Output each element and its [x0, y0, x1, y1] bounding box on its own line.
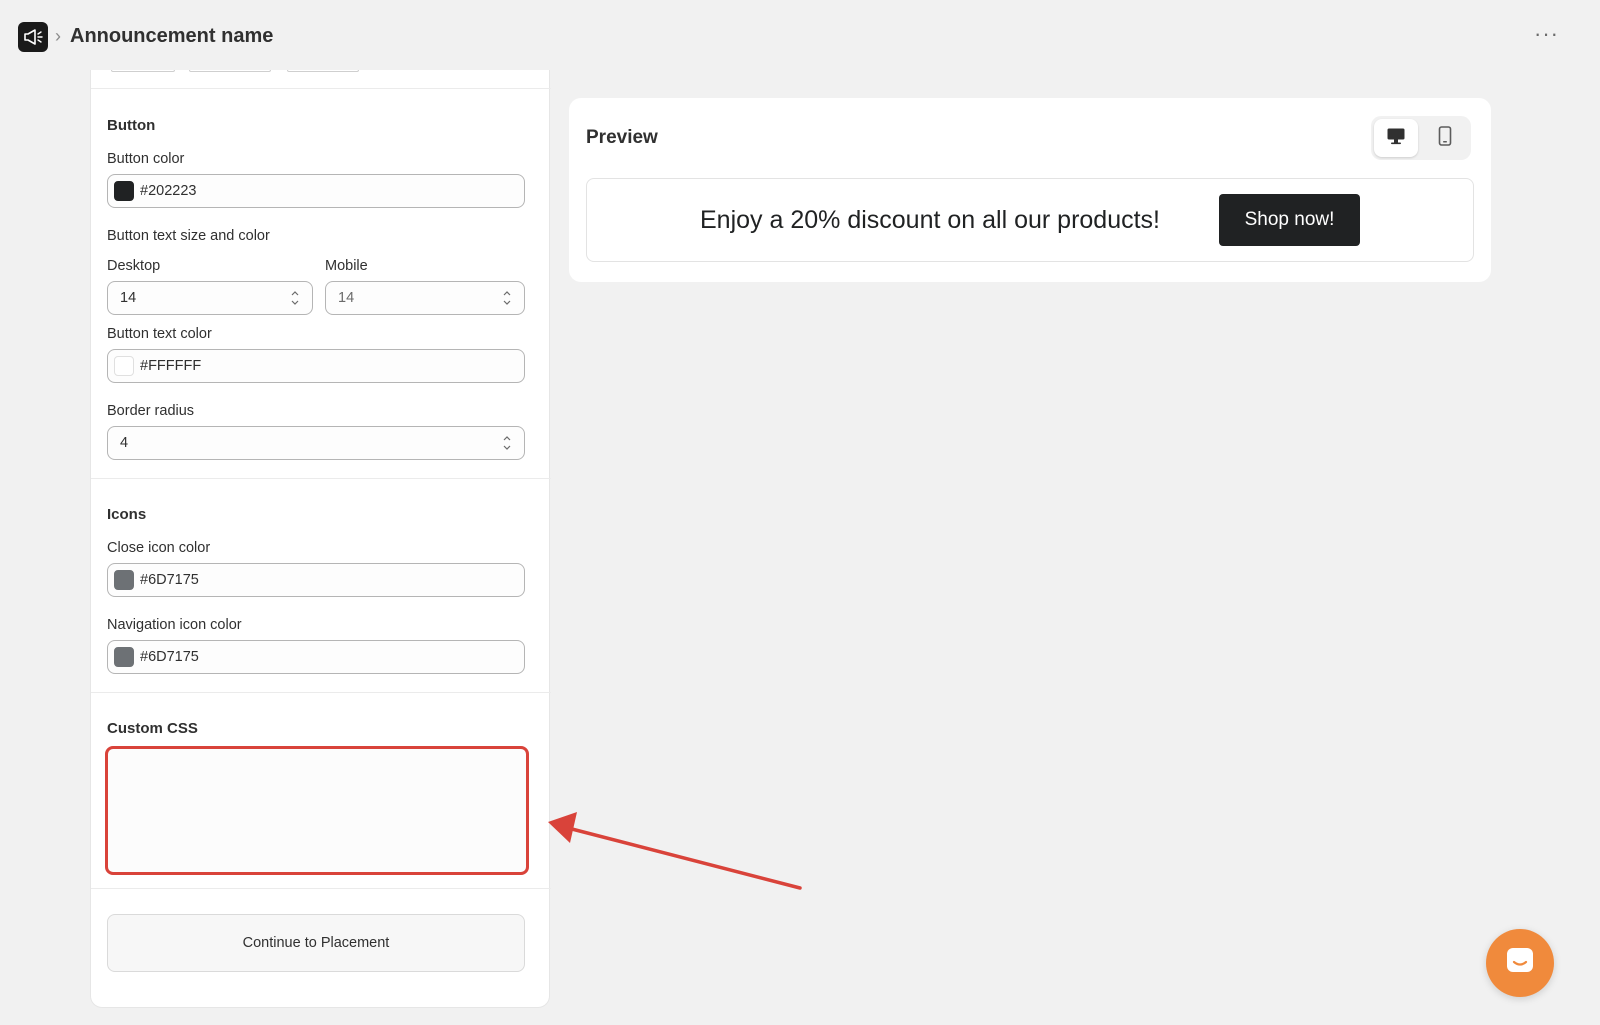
- preview-panel: Preview Enjoy a 20% discount on all our …: [569, 98, 1491, 282]
- mobile-size-value: 14: [338, 290, 355, 306]
- tab-stub[interactable]: [287, 70, 359, 72]
- desktop-label: Desktop: [107, 258, 161, 274]
- navigation-icon-color-swatch[interactable]: [114, 647, 134, 667]
- close-icon-color-label: Close icon color: [107, 540, 211, 556]
- megaphone-icon[interactable]: [18, 22, 48, 52]
- desktop-view-button[interactable]: [1374, 119, 1418, 157]
- button-color-label: Button color: [107, 151, 185, 167]
- more-actions-button[interactable]: ···: [1534, 23, 1559, 45]
- top-bar: › Announcement name ···: [0, 0, 1600, 70]
- desktop-icon: [1386, 127, 1406, 150]
- button-text-color-swatch[interactable]: [114, 356, 134, 376]
- navigation-icon-color-label: Navigation icon color: [107, 617, 242, 633]
- button-text-color-value: #FFFFFF: [140, 358, 202, 374]
- divider: [91, 478, 551, 479]
- close-icon-color-swatch[interactable]: [114, 570, 134, 590]
- stepper-arrows-icon[interactable]: [500, 285, 514, 311]
- banner-message: Enjoy a 20% discount on all our products…: [700, 206, 1160, 234]
- chat-icon: [1504, 945, 1536, 982]
- mobile-icon: [1438, 125, 1452, 151]
- desktop-size-stepper[interactable]: 14: [107, 281, 313, 315]
- divider: [91, 888, 551, 889]
- icons-section-title: Icons: [107, 506, 147, 523]
- button-color-swatch[interactable]: [114, 181, 134, 201]
- tab-stub[interactable]: [189, 70, 271, 72]
- button-text-color-field[interactable]: #FFFFFF: [107, 349, 525, 383]
- border-radius-value: 4: [120, 435, 129, 451]
- button-section-title: Button: [107, 117, 156, 134]
- stepper-arrows-icon[interactable]: [500, 430, 514, 456]
- divider: [91, 88, 551, 89]
- button-text-color-label: Button text color: [107, 326, 212, 342]
- shop-now-button[interactable]: Shop now!: [1219, 194, 1360, 246]
- mobile-view-button[interactable]: [1423, 119, 1467, 157]
- divider: [91, 692, 551, 693]
- mobile-label: Mobile: [325, 258, 368, 274]
- custom-css-title: Custom CSS: [107, 720, 198, 737]
- custom-css-textarea[interactable]: [105, 746, 529, 875]
- announcement-banner-preview: Enjoy a 20% discount on all our products…: [586, 178, 1474, 262]
- continue-to-placement-button[interactable]: Continue to Placement: [107, 914, 525, 972]
- settings-panel: Button Button color #202223 Button text …: [90, 70, 551, 1008]
- desktop-size-value: 14: [120, 290, 137, 306]
- text-size-label: Button text size and color: [107, 228, 270, 244]
- chat-support-button[interactable]: [1486, 929, 1554, 997]
- navigation-icon-color-value: #6D7175: [140, 649, 199, 665]
- preview-title: Preview: [586, 127, 658, 148]
- border-radius-stepper[interactable]: 4: [107, 426, 525, 460]
- device-toggle: [1371, 116, 1471, 160]
- close-icon-color-field[interactable]: #6D7175: [107, 563, 525, 597]
- page-title: Announcement name: [70, 25, 274, 47]
- border-radius-label: Border radius: [107, 403, 195, 419]
- navigation-icon-color-field[interactable]: #6D7175: [107, 640, 525, 674]
- close-icon-color-value: #6D7175: [140, 572, 199, 588]
- stepper-arrows-icon[interactable]: [288, 285, 302, 311]
- tab-stub[interactable]: [111, 70, 175, 72]
- mobile-size-stepper[interactable]: 14: [325, 281, 525, 315]
- button-color-field[interactable]: #202223: [107, 174, 525, 208]
- breadcrumb-separator: ›: [55, 26, 61, 46]
- button-color-value: #202223: [140, 183, 197, 199]
